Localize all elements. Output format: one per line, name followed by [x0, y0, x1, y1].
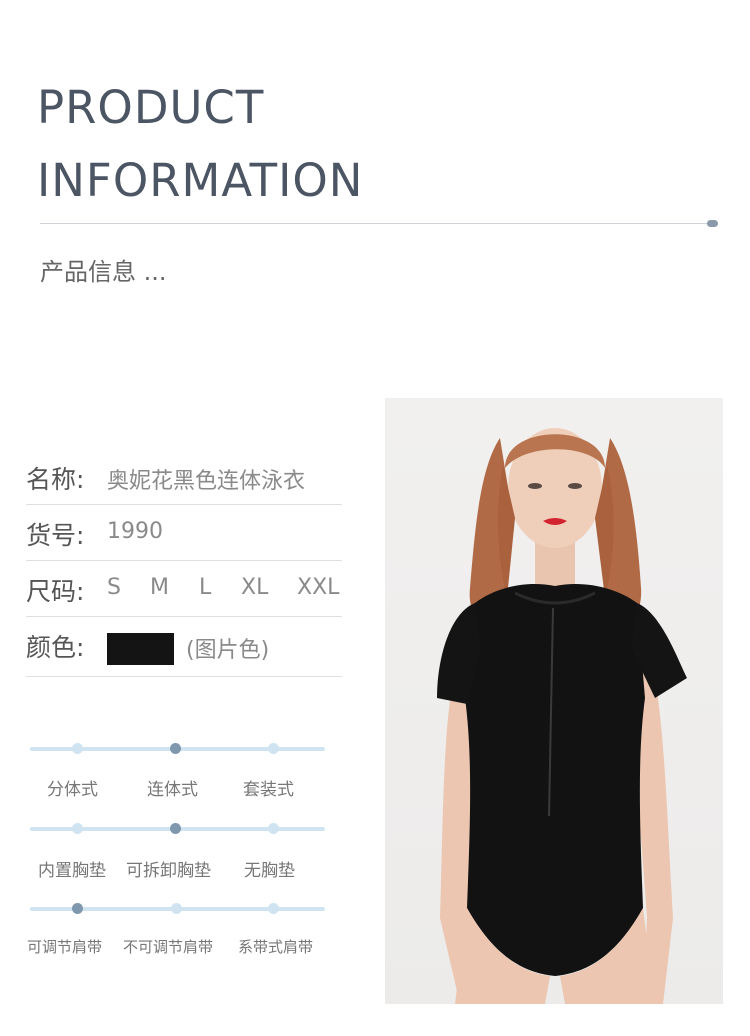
- size-option: S: [107, 575, 121, 600]
- name-value: 奥妮花黑色连体泳衣: [107, 469, 306, 494]
- color-note: (图片色): [186, 638, 270, 663]
- style-option: 套装式: [243, 780, 294, 800]
- padding-option: 内置胸垫: [38, 861, 106, 881]
- title-line-2: INFORMATION: [37, 154, 364, 207]
- slider-dot: [268, 903, 279, 914]
- sku-label: 货号:: [26, 521, 85, 550]
- size-option: XXL: [297, 575, 340, 600]
- slider-dot-selected: [170, 743, 181, 754]
- name-label: 名称:: [26, 465, 85, 494]
- size-option: M: [150, 575, 169, 600]
- slider-dot: [268, 743, 279, 754]
- title-line-1: PRODUCT: [37, 81, 265, 134]
- strap-option: 系带式肩带: [238, 938, 314, 956]
- size-label: 尺码:: [26, 577, 85, 606]
- model-illustration: [437, 428, 687, 1004]
- slider-dot: [72, 823, 83, 834]
- style-option: 分体式: [47, 780, 98, 800]
- product-photo: [385, 398, 723, 1004]
- padding-slider: [30, 823, 325, 834]
- info-row-size: 尺码: S M L XL XXL: [26, 560, 342, 617]
- slider-dot: [268, 823, 279, 834]
- divider-end-dot: [707, 220, 718, 227]
- color-label: 颜色:: [26, 633, 85, 662]
- sku-value: 1990: [107, 519, 163, 544]
- info-row-sku: 货号: 1990: [26, 504, 342, 561]
- padding-option: 无胸垫: [244, 861, 295, 881]
- slider-dot-selected: [170, 823, 181, 834]
- strap-slider: [30, 903, 325, 914]
- size-option: XL: [241, 575, 269, 600]
- color-swatch: [107, 633, 174, 665]
- subtitle: 产品信息 ...: [40, 258, 167, 286]
- slider-dot-selected: [72, 903, 83, 914]
- slider-dot: [72, 743, 83, 754]
- strap-option: 不可调节肩带: [123, 938, 214, 956]
- style-slider: [30, 743, 325, 754]
- info-row-name: 名称: 奥妮花黑色连体泳衣: [26, 448, 342, 505]
- slider-dot: [171, 903, 182, 914]
- style-option: 连体式: [147, 780, 198, 800]
- info-row-color: 颜色: (图片色): [26, 616, 342, 677]
- header-divider: [40, 223, 712, 224]
- size-option: L: [199, 575, 212, 600]
- padding-option: 可拆卸胸垫: [126, 861, 211, 881]
- strap-option: 可调节肩带: [27, 938, 103, 956]
